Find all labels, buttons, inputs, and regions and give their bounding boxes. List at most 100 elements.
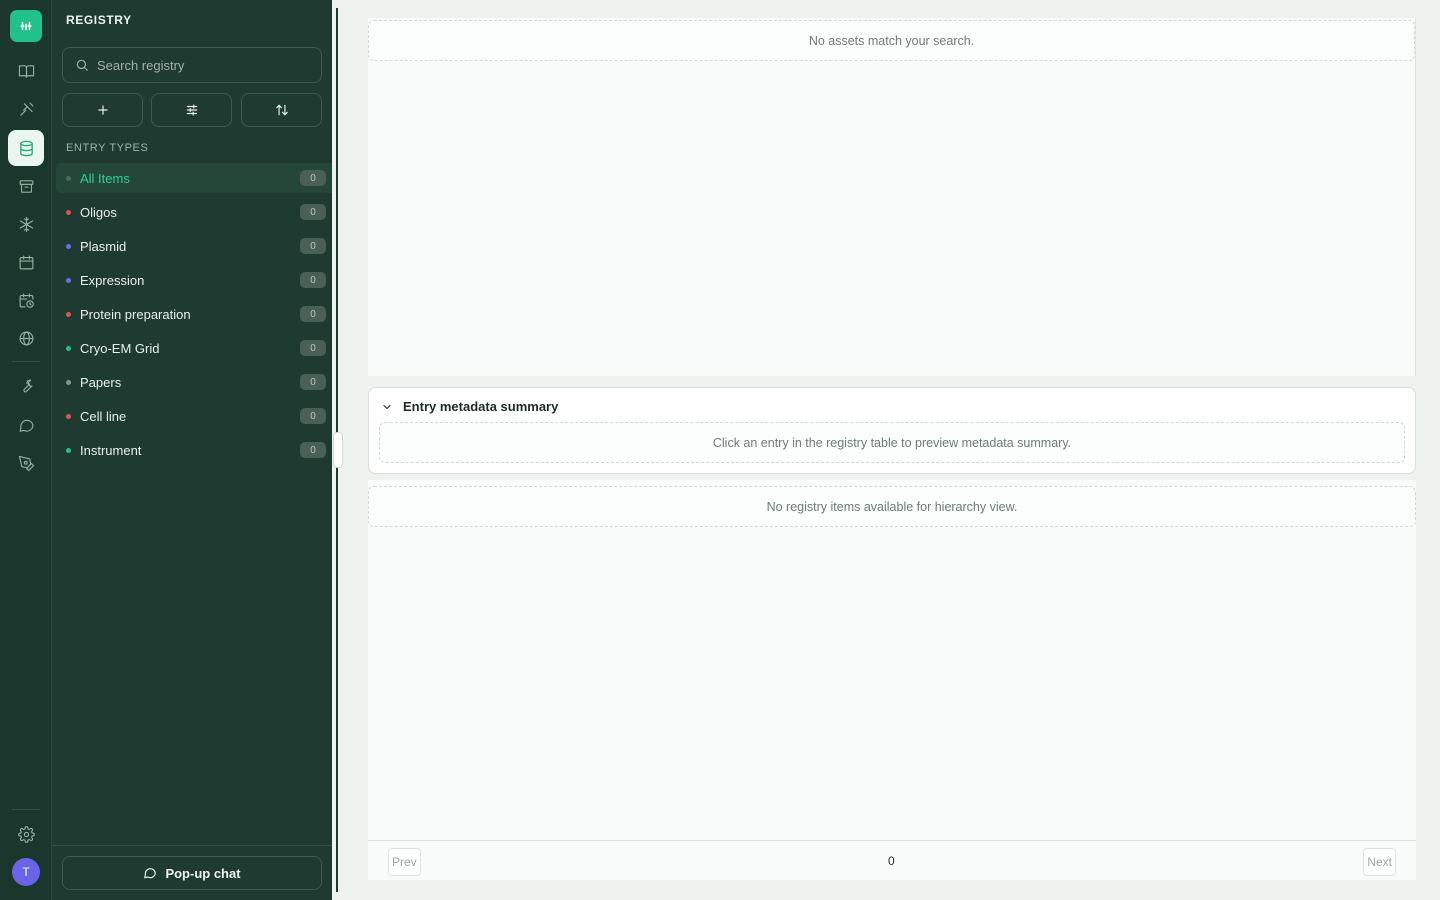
entry-type-item[interactable]: Instrument 0 bbox=[56, 435, 332, 465]
pen-tool-icon bbox=[18, 455, 34, 471]
entry-type-label: Oligos bbox=[80, 204, 117, 220]
rail-calendar-button[interactable] bbox=[8, 244, 44, 280]
entry-type-count-badge: 0 bbox=[300, 170, 326, 186]
entry-type-item[interactable]: Cell line 0 bbox=[56, 401, 332, 431]
database-icon bbox=[19, 140, 33, 156]
message-circle-icon bbox=[19, 419, 33, 432]
user-avatar[interactable]: T bbox=[12, 858, 40, 886]
filter-button[interactable] bbox=[151, 93, 232, 127]
entry-type-color-dot bbox=[66, 447, 71, 453]
popup-chat-button[interactable]: Pop-up chat bbox=[62, 856, 322, 890]
asset-table-area: No assets match your search. bbox=[368, 18, 1416, 376]
plus-icon bbox=[97, 105, 108, 115]
wrench-icon bbox=[22, 379, 33, 392]
rail-freezer-button[interactable] bbox=[8, 206, 44, 242]
entry-type-count-badge: 0 bbox=[300, 272, 326, 288]
entry-type-list: All Items 0 Oligos 0 Plasmid 0 Expression 0 Prot… bbox=[56, 163, 332, 469]
next-page-button[interactable]: Next bbox=[1363, 848, 1396, 876]
rail-schedule-button[interactable] bbox=[8, 282, 44, 318]
entry-type-label: Papers bbox=[80, 374, 122, 390]
registry-panel: REGISTRY ENTRY TYPES All Items0Oligos0Pl… bbox=[52, 0, 332, 900]
pagination-bar: Prev 0 Next bbox=[368, 840, 1416, 880]
add-entry-button[interactable] bbox=[62, 93, 143, 127]
entry-type-item[interactable]: Oligos 0 bbox=[56, 197, 332, 227]
entry-type-count-badge: 0 bbox=[300, 238, 326, 254]
rail-notebook-button[interactable] bbox=[8, 53, 44, 89]
metadata-summary-toggle[interactable]: Entry metadata summary bbox=[381, 399, 558, 414]
snowflake-icon bbox=[19, 216, 33, 232]
entry-type-color-dot bbox=[66, 345, 71, 351]
entry-type-count-badge: 0 bbox=[300, 204, 326, 220]
rail-registry-button[interactable] bbox=[8, 130, 44, 166]
sort-arrows-icon bbox=[275, 104, 288, 116]
calendar-icon bbox=[19, 255, 33, 269]
entry-type-color-dot bbox=[66, 209, 71, 215]
entry-type-color-dot bbox=[66, 175, 71, 181]
rail-experiments-button[interactable] bbox=[8, 91, 44, 127]
message-circle-icon bbox=[144, 868, 157, 879]
sliders-icon bbox=[186, 104, 197, 116]
assets-empty-text: No assets match your search. bbox=[808, 33, 975, 48]
rail-divider bbox=[12, 361, 40, 362]
metadata-summary-card: Entry metadata summary Click an entry in… bbox=[368, 387, 1416, 474]
page-count: 0 bbox=[888, 854, 895, 868]
entry-type-label: Instrument bbox=[80, 442, 142, 458]
entry-types-heading: ENTRY TYPES bbox=[66, 142, 149, 154]
globe-icon bbox=[19, 331, 33, 345]
entry-type-count-badge: 0 bbox=[300, 340, 326, 356]
splitter-handle[interactable] bbox=[333, 432, 343, 468]
prev-page-button[interactable]: Prev bbox=[388, 848, 421, 876]
metadata-summary-title: Entry metadata summary bbox=[403, 399, 559, 414]
chevron-down-icon bbox=[383, 404, 391, 409]
rail-globe-button[interactable] bbox=[8, 320, 44, 356]
entry-type-item[interactable]: Plasmid 0 bbox=[56, 231, 332, 261]
entry-type-count-badge: 0 bbox=[300, 408, 326, 424]
rail-chat-button[interactable] bbox=[8, 407, 44, 443]
panel-footer-divider bbox=[52, 845, 332, 846]
icon-rail: T bbox=[0, 0, 52, 900]
archive-icon bbox=[19, 179, 33, 193]
rail-tools-button[interactable] bbox=[8, 368, 44, 404]
entry-type-label: Plasmid bbox=[80, 238, 127, 254]
entry-type-item[interactable]: Expression 0 bbox=[56, 265, 332, 295]
sort-button[interactable] bbox=[241, 93, 322, 127]
entry-type-label: Protein preparation bbox=[80, 306, 191, 322]
search-icon bbox=[76, 59, 88, 71]
flask-icon bbox=[19, 102, 33, 116]
entry-type-label: Cryo-EM Grid bbox=[80, 340, 160, 356]
entry-type-item[interactable]: All Items 0 bbox=[56, 163, 332, 193]
entry-type-count-badge: 0 bbox=[300, 306, 326, 322]
hierarchy-empty-state: No registry items available for hierarch… bbox=[368, 486, 1416, 527]
book-open-icon bbox=[18, 64, 34, 78]
entry-type-label: Cell line bbox=[80, 408, 127, 424]
entry-type-color-dot bbox=[66, 379, 71, 385]
entry-type-color-dot bbox=[66, 243, 71, 249]
search-input[interactable] bbox=[97, 57, 307, 73]
entry-type-label: All Items bbox=[80, 170, 130, 186]
popup-chat-label: Pop-up chat bbox=[165, 865, 241, 881]
metadata-empty-text: Click an entry in the registry table to … bbox=[712, 435, 1072, 450]
entry-type-item[interactable]: Protein preparation 0 bbox=[56, 299, 332, 329]
search-box[interactable] bbox=[62, 47, 322, 83]
entry-type-color-dot bbox=[66, 311, 71, 317]
entry-type-label: Expression bbox=[80, 272, 145, 288]
entry-type-color-dot bbox=[66, 277, 71, 283]
calendar-clock-icon bbox=[19, 293, 34, 308]
metadata-empty-state: Click an entry in the registry table to … bbox=[379, 422, 1405, 463]
entry-type-count-badge: 0 bbox=[300, 442, 326, 458]
entry-type-item[interactable]: Cryo-EM Grid 0 bbox=[56, 333, 332, 363]
hierarchy-empty-text: No registry items available for hierarch… bbox=[766, 499, 1018, 514]
rail-inventory-button[interactable] bbox=[8, 168, 44, 204]
rail-draw-button[interactable] bbox=[8, 445, 44, 481]
panel-splitter bbox=[332, 0, 343, 900]
entry-type-color-dot bbox=[66, 413, 71, 419]
entry-type-count-badge: 0 bbox=[300, 374, 326, 390]
settings-button[interactable] bbox=[8, 816, 44, 852]
hierarchy-area: No registry items available for hierarch… bbox=[368, 480, 1416, 840]
entry-type-item[interactable]: Papers 0 bbox=[56, 367, 332, 397]
rail-bottom-divider bbox=[12, 809, 40, 810]
gear-icon bbox=[17, 825, 35, 843]
panel-title: REGISTRY bbox=[66, 13, 132, 27]
app-logo-icon[interactable] bbox=[10, 10, 42, 42]
assets-empty-state: No assets match your search. bbox=[368, 20, 1415, 61]
